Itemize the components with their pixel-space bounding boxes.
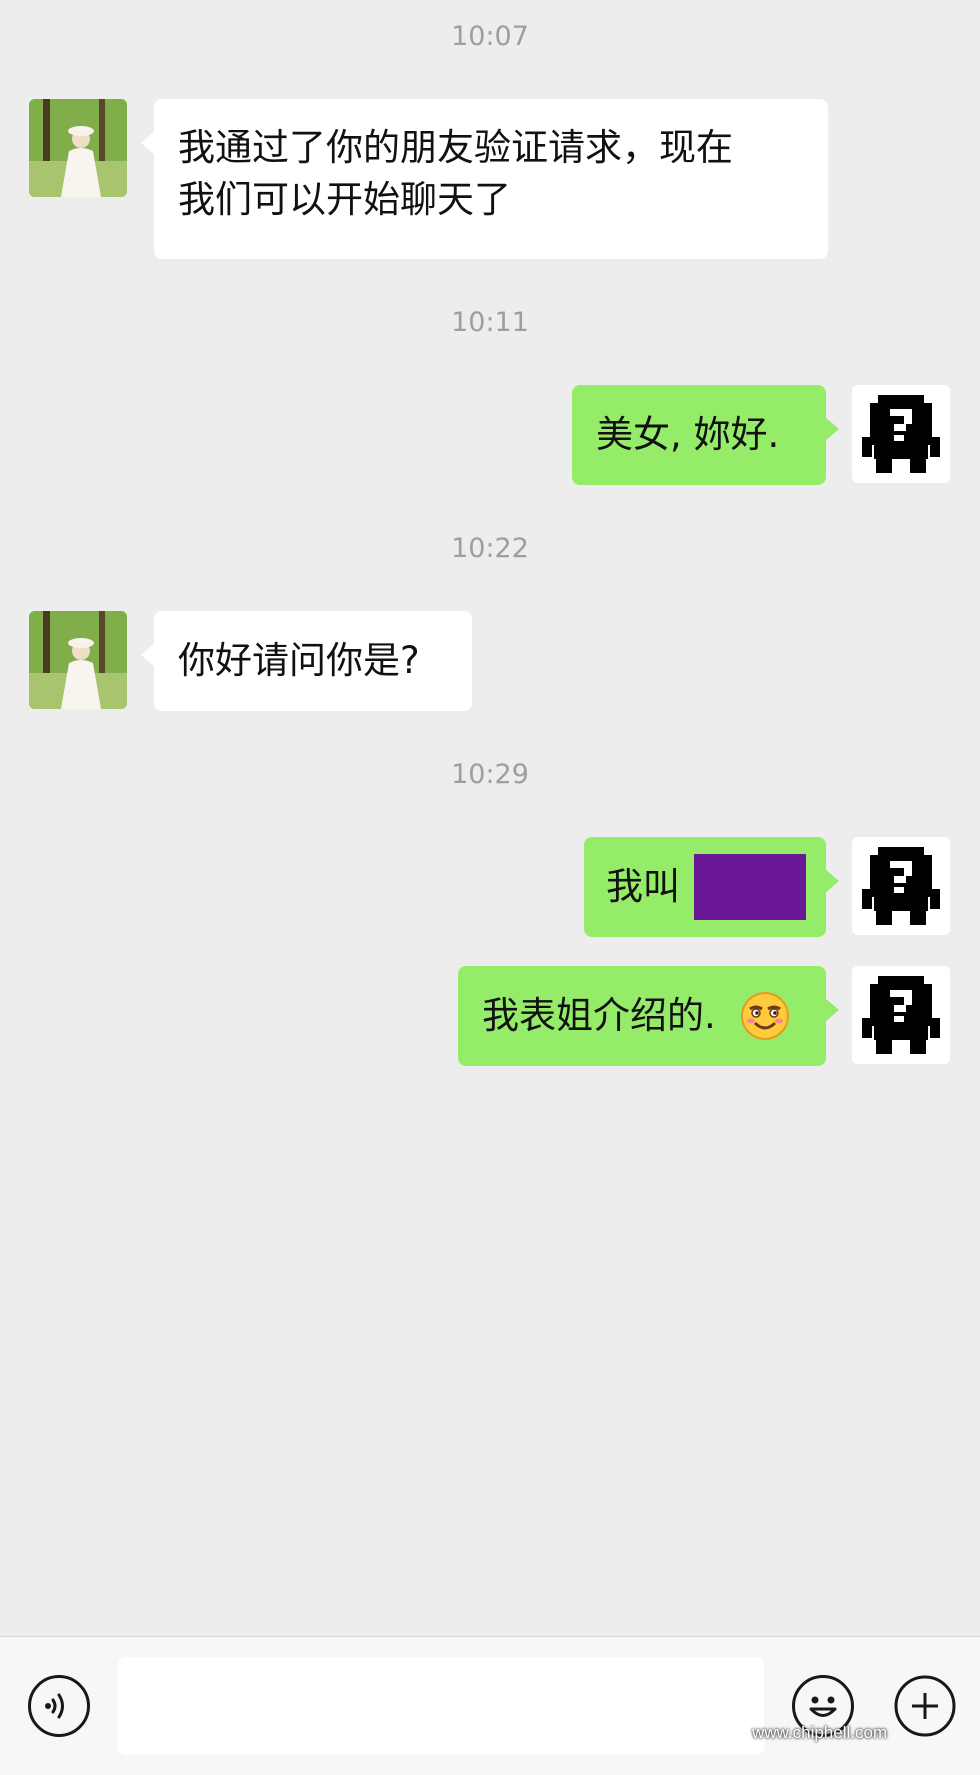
message-bubble-outgoing[interactable]: 美女, 妳好. bbox=[572, 385, 839, 485]
message-list[interactable]: 10:07 我通过了你的朋友验证请求，现在 我们可以开始聊天了 10:11 美女… bbox=[0, 0, 980, 1636]
message-text: 我叫 bbox=[606, 865, 680, 908]
message-bubble-outgoing[interactable]: 我表姐介绍的. bbox=[458, 966, 839, 1066]
message-text-line: 我通过了你的朋友验证请求，现在 bbox=[178, 126, 733, 169]
pixel-robot-icon bbox=[852, 837, 950, 935]
pixel-robot-icon bbox=[852, 385, 950, 483]
plus-icon bbox=[894, 1675, 956, 1737]
contact-avatar[interactable] bbox=[29, 611, 127, 709]
more-options-button[interactable] bbox=[894, 1675, 956, 1737]
message-text-line: 我们可以开始聊天了 bbox=[178, 178, 511, 221]
timestamp: 10:29 bbox=[451, 759, 529, 790]
smiling-face-emoji bbox=[740, 992, 789, 1040]
timestamp: 10:22 bbox=[451, 533, 529, 564]
contact-photo bbox=[29, 99, 127, 197]
message-text: 美女, 妳好. bbox=[596, 413, 780, 456]
my-avatar[interactable] bbox=[852, 966, 950, 1064]
timestamp: 10:07 bbox=[451, 21, 529, 52]
message-bubble-outgoing[interactable]: 我叫 bbox=[584, 837, 839, 937]
contact-photo bbox=[29, 611, 127, 709]
contact-avatar[interactable] bbox=[29, 99, 127, 197]
pixel-robot-icon bbox=[852, 966, 950, 1064]
watermark-text: www.chiphell.com bbox=[752, 1723, 888, 1742]
my-avatar[interactable] bbox=[852, 385, 950, 483]
voice-icon bbox=[45, 1693, 64, 1719]
message-text: 我表姐介绍的. bbox=[482, 994, 716, 1037]
redacted-name-block bbox=[694, 854, 806, 920]
timestamp: 10:11 bbox=[451, 307, 529, 338]
message-bubble-incoming[interactable]: 我通过了你的朋友验证请求，现在 我们可以开始聊天了 bbox=[141, 99, 828, 259]
message-input[interactable] bbox=[118, 1657, 764, 1755]
voice-input-button[interactable] bbox=[28, 1675, 90, 1737]
message-bubble-incoming[interactable]: 你好请问你是? bbox=[141, 611, 472, 711]
input-bar: www.chiphell.com bbox=[0, 1636, 980, 1775]
chat-screen: 10:07 我通过了你的朋友验证请求，现在 我们可以开始聊天了 10:11 美女… bbox=[0, 0, 980, 1775]
message-text: 你好请问你是? bbox=[178, 639, 420, 682]
my-avatar[interactable] bbox=[852, 837, 950, 935]
